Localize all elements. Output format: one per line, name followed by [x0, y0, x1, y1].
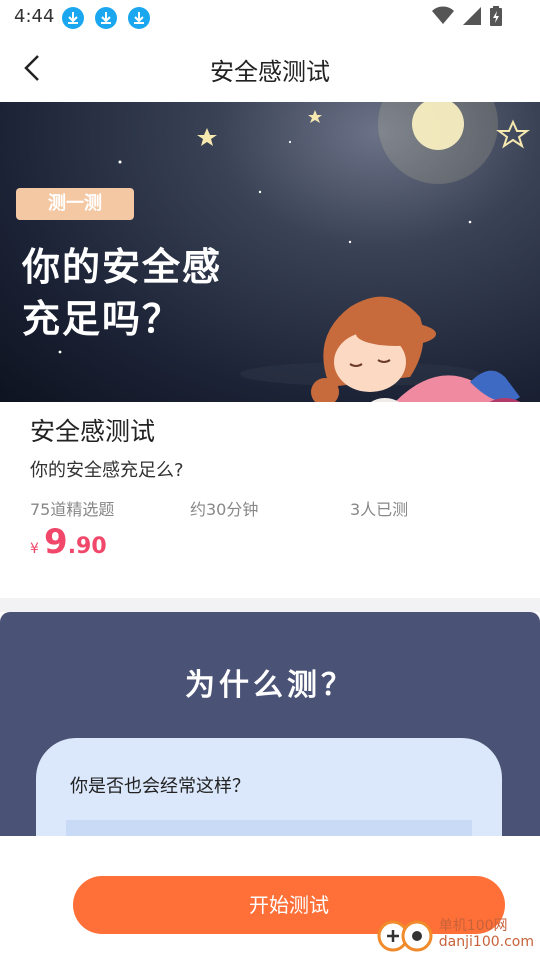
watermark-logo-icon [377, 920, 433, 952]
question-count: 75道精选题 [30, 500, 115, 519]
test-subtitle: 你的安全感充足么? [30, 460, 184, 481]
test-title: 安全感测试 [30, 417, 156, 446]
download-icon [128, 7, 150, 29]
banner-headline-2: 充足吗？ [22, 297, 183, 341]
why-question: 你是否也会经常这样？ [70, 776, 250, 797]
download-icon [95, 7, 117, 29]
banner-image: 测一测 你的安全感 充足吗？ [0, 102, 540, 402]
banner-tag: 测一测 [16, 188, 134, 220]
status-bar: 4:44 [0, 0, 540, 36]
watermark-line-1: 单机100网 [438, 918, 508, 934]
price-integer: 9 [44, 522, 68, 562]
signal-icon [462, 6, 482, 30]
watermark: 单机100网 danji100.com [375, 914, 534, 954]
section-divider [0, 598, 540, 612]
banner-headline-1: 你的安全感 [22, 245, 223, 289]
wifi-icon [432, 6, 454, 30]
why-section: 为什么测？ 你是否也会经常这样？ [0, 612, 540, 836]
bottom-bar: 开始测试 单机100网 danji100.com [0, 836, 540, 960]
status-time: 4:44 [14, 6, 55, 27]
battery-icon [490, 6, 502, 30]
tested-count: 3人已测 [350, 500, 409, 519]
download-icon [62, 7, 84, 29]
price: ¥ 9.90 [30, 522, 107, 562]
why-content-box [66, 820, 472, 836]
page-title: 安全感测试 [210, 58, 330, 86]
watermark-line-2: danji100.com [438, 934, 534, 950]
duration: 约30分钟 [190, 500, 259, 519]
nav-bar: 安全感测试 [0, 36, 540, 102]
currency-symbol: ¥ [30, 541, 39, 557]
price-decimal: .90 [67, 534, 107, 559]
test-info: 安全感测试 你的安全感充足么? 75道精选题 约30分钟 3人已测 ¥ 9.90 [0, 402, 540, 598]
why-card: 你是否也会经常这样？ [36, 738, 502, 836]
why-title: 为什么测？ [185, 668, 355, 703]
